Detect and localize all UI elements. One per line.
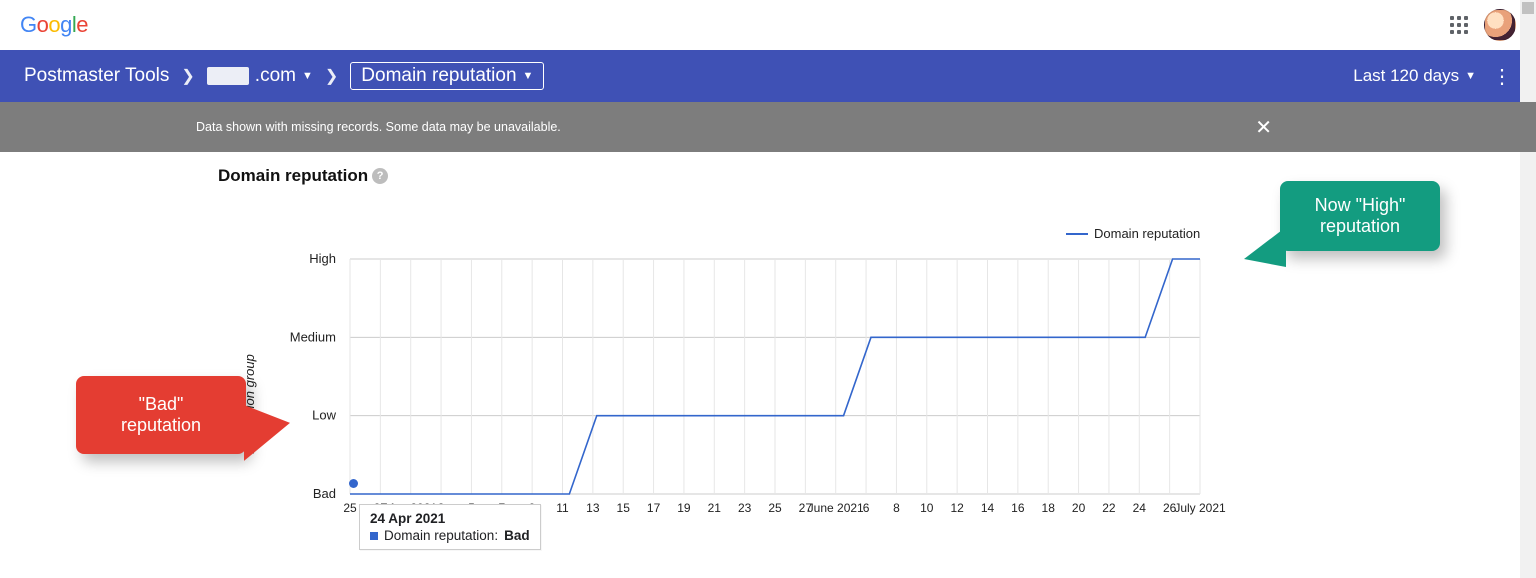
scrollbar-thumb[interactable] (1522, 2, 1534, 14)
svg-text:25: 25 (343, 501, 357, 515)
svg-text:18: 18 (1042, 501, 1056, 515)
breadcrumb-page-dropdown[interactable]: Domain reputation ▼ (350, 62, 544, 90)
date-range-label: Last 120 days (1353, 66, 1459, 86)
svg-text:23: 23 (738, 501, 752, 515)
chevron-right-icon: ❯ (181, 66, 194, 86)
svg-text:25: 25 (768, 501, 782, 515)
date-range-dropdown[interactable]: Last 120 days ▼ (1353, 66, 1476, 86)
close-icon[interactable]: ✕ (1255, 115, 1272, 140)
notice-bar: Data shown with missing records. Some da… (0, 102, 1536, 152)
tooltip-date: 24 Apr 2021 (370, 511, 530, 526)
chevron-down-icon: ▼ (523, 71, 534, 82)
svg-text:July 2021: July 2021 (1174, 501, 1226, 515)
annotation-bad-l2: reputation (98, 415, 224, 436)
chevron-down-icon: ▼ (1465, 71, 1476, 82)
svg-text:15: 15 (617, 501, 631, 515)
google-logo[interactable]: Google (20, 12, 88, 38)
apps-icon[interactable] (1450, 16, 1468, 34)
chart-area: "Bad" reputation Now "High" reputation D… (0, 186, 1536, 574)
svg-text:10: 10 (920, 501, 934, 515)
tooltip-label: Domain reputation: (384, 528, 498, 543)
svg-text:20: 20 (1072, 501, 1086, 515)
svg-text:17: 17 (647, 501, 661, 515)
svg-text:High: High (309, 251, 336, 266)
annotation-high: Now "High" reputation (1280, 181, 1440, 251)
svg-text:11: 11 (556, 501, 569, 515)
svg-text:8: 8 (893, 501, 900, 515)
chevron-right-icon: ❯ (325, 66, 338, 86)
google-header: Google (0, 0, 1536, 50)
svg-text:21: 21 (708, 501, 722, 515)
svg-text:Medium: Medium (290, 329, 336, 344)
breadcrumb-root-label: Postmaster Tools (24, 65, 169, 87)
svg-text:June 2021: June 2021 (808, 501, 864, 515)
breadcrumb-domain[interactable]: xx .com ▼ (207, 65, 313, 87)
chart-hover-dot (349, 479, 358, 488)
svg-text:6: 6 (863, 501, 870, 515)
more-menu-icon[interactable]: ⋮ (1492, 64, 1512, 89)
breadcrumb-page-label: Domain reputation (361, 65, 516, 87)
section-title: Domain reputation (218, 166, 368, 186)
svg-text:22: 22 (1102, 501, 1116, 515)
breadcrumb-bar: Postmaster Tools ❯ xx .com ▼ ❯ Domain rep… (0, 50, 1536, 102)
chevron-down-icon: ▼ (302, 71, 313, 82)
annotation-high-l2: reputation (1302, 216, 1418, 237)
svg-text:19: 19 (677, 501, 691, 515)
svg-text:Bad: Bad (313, 486, 336, 501)
chart-tooltip: 24 Apr 2021 Domain reputation: Bad (359, 504, 541, 550)
notice-text: Data shown with missing records. Some da… (196, 120, 561, 134)
svg-text:16: 16 (1011, 501, 1025, 515)
tooltip-value: Bad (504, 528, 530, 543)
svg-text:Low: Low (312, 408, 336, 423)
redacted-domain: xx (207, 67, 249, 85)
avatar[interactable] (1484, 9, 1516, 41)
breadcrumb-root[interactable]: Postmaster Tools (24, 65, 169, 87)
svg-text:13: 13 (586, 501, 600, 515)
svg-text:24: 24 (1133, 501, 1147, 515)
annotation-bad: "Bad" reputation (76, 376, 246, 454)
svg-text:Domain reputation: Domain reputation (1094, 226, 1200, 241)
help-icon[interactable]: ? (372, 168, 388, 184)
annotation-bad-l1: "Bad" (98, 394, 224, 415)
svg-text:14: 14 (981, 501, 995, 515)
breadcrumb-domain-suffix: .com (255, 65, 296, 87)
annotation-high-l1: Now "High" (1302, 195, 1418, 216)
svg-text:12: 12 (950, 501, 964, 515)
tooltip-swatch (370, 532, 378, 540)
